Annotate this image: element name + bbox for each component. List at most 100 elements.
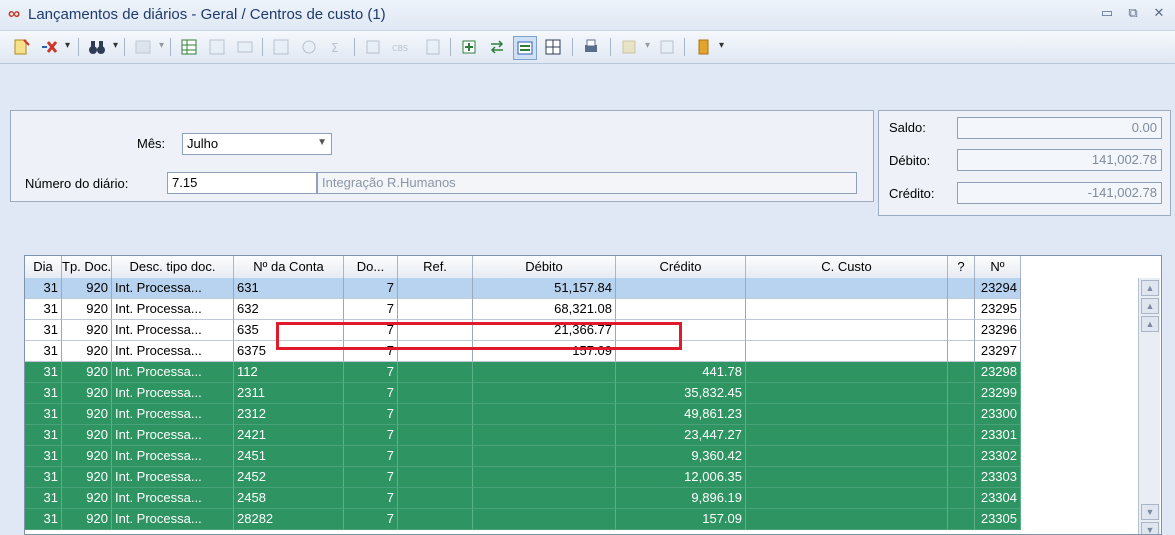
col-credito-cell[interactable]: 35,832.45 — [616, 383, 746, 404]
col-numero-cell[interactable]: 23295 — [975, 299, 1021, 320]
col-debito-cell[interactable] — [473, 509, 616, 530]
print-icon[interactable] — [580, 36, 602, 58]
col-desc-tipo-doc-cell[interactable]: Int. Processa... — [112, 404, 234, 425]
insert-rows-icon[interactable] — [458, 36, 480, 58]
col-question-cell[interactable] — [948, 467, 975, 488]
table-row[interactable]: 31 920 Int. Processa... 2311 7 35,832.45 23299 — [25, 383, 1021, 404]
col-desc-tipo-doc-cell[interactable]: Int. Processa... — [112, 509, 234, 530]
col-c-custo-cell[interactable] — [746, 446, 948, 467]
col-desc-tipo-doc-cell[interactable]: Int. Processa... — [112, 488, 234, 509]
col-dia-cell[interactable]: 31 — [25, 509, 62, 530]
col-do-cell[interactable]: 7 — [344, 320, 398, 341]
col-c-custo-cell[interactable] — [746, 299, 948, 320]
col-c-custo-cell[interactable] — [746, 404, 948, 425]
chevron-down-icon[interactable]: ▼ — [317, 137, 327, 148]
col-dia-cell[interactable]: 31 — [25, 404, 62, 425]
col-question-header[interactable]: ? — [948, 256, 975, 278]
col-debito-cell[interactable] — [473, 404, 616, 425]
col-question-cell[interactable] — [948, 509, 975, 530]
find-binoculars-icon[interactable] — [86, 36, 118, 58]
flag-icon[interactable] — [692, 36, 724, 58]
table-row[interactable]: 31 920 Int. Processa... 112 7 441.78 23298 — [25, 362, 1021, 383]
col-credito-cell[interactable]: 157.09 — [616, 509, 746, 530]
col-ref-cell[interactable] — [398, 383, 473, 404]
col-tp-doc-cell[interactable]: 920 — [62, 362, 112, 383]
col-credito-cell[interactable]: 12,006.35 — [616, 467, 746, 488]
table-row[interactable]: 31 920 Int. Processa... 28282 7 157.09 23305 — [25, 509, 1021, 530]
col-do-cell[interactable]: 7 — [344, 383, 398, 404]
col-numero-conta-cell[interactable]: 632 — [234, 299, 344, 320]
col-do-cell[interactable]: 7 — [344, 278, 398, 299]
col-ref-cell[interactable] — [398, 446, 473, 467]
col-numero-conta-cell[interactable]: 28282 — [234, 509, 344, 530]
table-row[interactable]: 31 920 Int. Processa... 635 7 21,366.77 23296 — [25, 320, 1021, 341]
col-dia-cell[interactable]: 31 — [25, 362, 62, 383]
col-numero-conta-cell[interactable]: 6375 — [234, 341, 344, 362]
col-numero-conta-cell[interactable]: 631 — [234, 278, 344, 299]
table-icon[interactable] — [178, 36, 200, 58]
document-icon[interactable] — [422, 36, 444, 58]
col-desc-tipo-doc-cell[interactable]: Int. Processa... — [112, 467, 234, 488]
col-debito-cell[interactable]: 21,366.77 — [473, 320, 616, 341]
col-tp-doc-cell[interactable]: 920 — [62, 425, 112, 446]
col-numero-conta-cell[interactable]: 2452 — [234, 467, 344, 488]
col-question-cell[interactable] — [948, 404, 975, 425]
col-c-custo-cell[interactable] — [746, 509, 948, 530]
col-c-custo-cell[interactable] — [746, 383, 948, 404]
col-c-custo-cell[interactable] — [746, 488, 948, 509]
cbs-icon[interactable]: CBS — [392, 36, 414, 58]
table-row[interactable]: 31 920 Int. Processa... 631 7 51,157.84 23294 — [25, 278, 1021, 299]
col-dia-cell[interactable]: 31 — [25, 425, 62, 446]
close-icon[interactable]: ✕ — [1151, 5, 1167, 21]
filter-icon[interactable] — [132, 36, 164, 58]
col-numero-cell[interactable]: 23302 — [975, 446, 1021, 467]
col-desc-tipo-doc-cell[interactable]: Int. Processa... — [112, 446, 234, 467]
col-credito-header[interactable]: Crédito — [616, 256, 746, 278]
col-credito-cell[interactable]: 441.78 — [616, 362, 746, 383]
col-debito-header[interactable]: Débito — [473, 256, 616, 278]
vertical-scrollbar[interactable]: ▲ ▲ ▲ ▼ ▼ — [1138, 278, 1160, 534]
tree-icon[interactable] — [298, 36, 320, 58]
col-question-cell[interactable] — [948, 488, 975, 509]
col-numero-cell[interactable]: 23305 — [975, 509, 1021, 530]
col-do-cell[interactable]: 7 — [344, 488, 398, 509]
col-tp-doc-cell[interactable]: 920 — [62, 446, 112, 467]
col-credito-cell[interactable] — [616, 320, 746, 341]
col-ref-cell[interactable] — [398, 404, 473, 425]
col-question-cell[interactable] — [948, 320, 975, 341]
col-credito-cell[interactable]: 23,447.27 — [616, 425, 746, 446]
col-numero-cell[interactable]: 23301 — [975, 425, 1021, 446]
col-tp-doc-cell[interactable]: 920 — [62, 509, 112, 530]
col-debito-cell[interactable]: 51,157.84 — [473, 278, 616, 299]
table-row[interactable]: 31 920 Int. Processa... 2452 7 12,006.35 23303 — [25, 467, 1021, 488]
col-numero-cell[interactable]: 23304 — [975, 488, 1021, 509]
col-numero-cell[interactable]: 23296 — [975, 320, 1021, 341]
col-desc-tipo-doc-cell[interactable]: Int. Processa... — [112, 341, 234, 362]
col-credito-cell[interactable]: 9,360.42 — [616, 446, 746, 467]
col-c-custo-cell[interactable] — [746, 278, 948, 299]
restore-icon[interactable]: ⧉ — [1125, 5, 1141, 21]
col-credito-cell[interactable] — [616, 341, 746, 362]
col-debito-cell[interactable] — [473, 362, 616, 383]
col-do-cell[interactable]: 7 — [344, 299, 398, 320]
col-numero-cell[interactable]: 23299 — [975, 383, 1021, 404]
col-tp-doc-cell[interactable]: 920 — [62, 299, 112, 320]
table-row[interactable]: 31 920 Int. Processa... 2451 7 9,360.42 23302 — [25, 446, 1021, 467]
col-numero-conta-cell[interactable]: 2312 — [234, 404, 344, 425]
col-tp-doc-cell[interactable]: 920 — [62, 404, 112, 425]
table-row[interactable]: 31 920 Int. Processa... 632 7 68,321.08 23295 — [25, 299, 1021, 320]
col-dia-cell[interactable]: 31 — [25, 299, 62, 320]
new-entry-icon[interactable] — [10, 36, 32, 58]
col-tp-doc-cell[interactable]: 920 — [62, 488, 112, 509]
col-numero-cell[interactable]: 23294 — [975, 278, 1021, 299]
col-do-cell[interactable]: 7 — [344, 467, 398, 488]
col-credito-cell[interactable]: 9,896.19 — [616, 488, 746, 509]
col-do-cell[interactable]: 7 — [344, 425, 398, 446]
col-ref-cell[interactable] — [398, 278, 473, 299]
col-question-cell[interactable] — [948, 383, 975, 404]
col-dia-cell[interactable]: 31 — [25, 278, 62, 299]
distribute-icon[interactable] — [513, 36, 537, 60]
col-debito-cell[interactable] — [473, 425, 616, 446]
col-ref-cell[interactable] — [398, 467, 473, 488]
col-numero-conta-cell[interactable]: 2458 — [234, 488, 344, 509]
